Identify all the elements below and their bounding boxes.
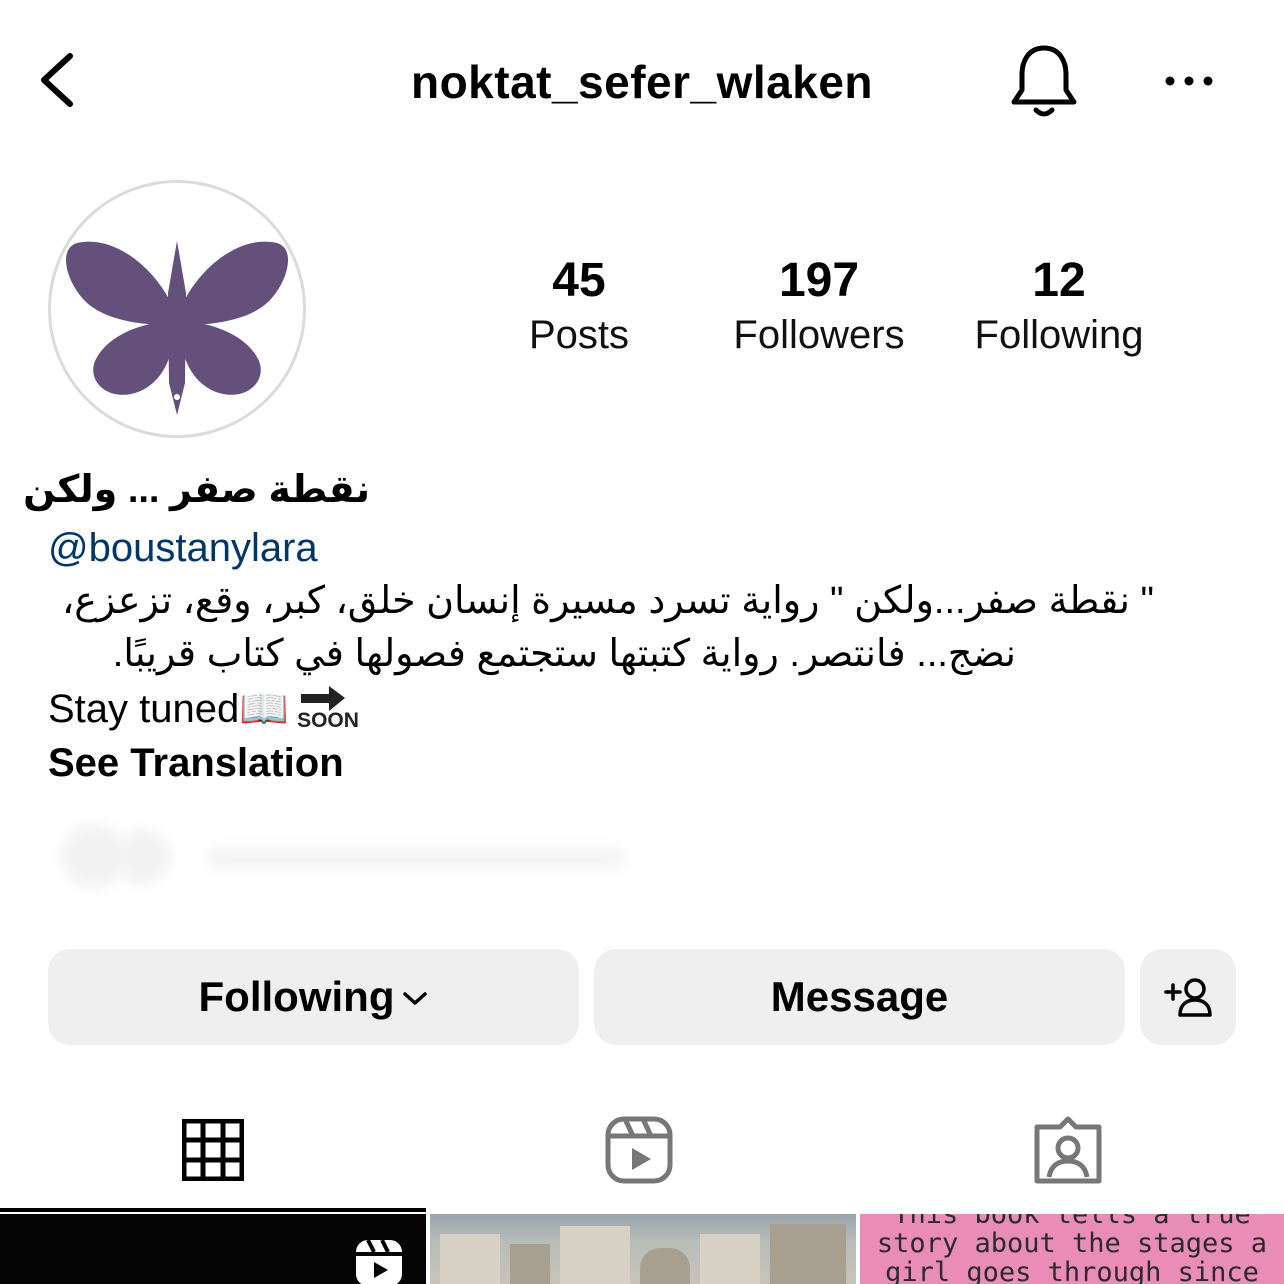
grid-icon: [182, 1119, 244, 1181]
message-button-label: Message: [770, 973, 949, 1020]
butterfly-pen-icon: [65, 241, 289, 415]
bio-line-3: Stay tuned📖 SOON: [48, 683, 1208, 736]
more-options-button[interactable]: [1156, 56, 1226, 106]
profile-display-name: نقطة صفر ... ولكن: [23, 469, 370, 511]
linked-handle[interactable]: @boustanylara: [48, 522, 1208, 574]
profile-username-title: noktat_sefer_wlaken: [410, 56, 874, 108]
bio-line-1: " نقطة صفر...ولكن " رواية تسرد مسيرة إنس…: [61, 580, 1154, 622]
stat-followers-label: Followers: [733, 313, 905, 357]
soon-arrow-icon: SOON: [295, 686, 359, 736]
notifications-button[interactable]: [1006, 40, 1082, 120]
more-horizontal-icon: [1165, 76, 1213, 86]
bio-line-2: نضج... فانتصر. رواية كتبتها ستجتمع فصوله…: [112, 633, 1016, 675]
reels-icon: [605, 1116, 673, 1184]
tab-tagged[interactable]: [998, 1100, 1138, 1200]
back-button[interactable]: [30, 44, 90, 116]
profile-avatar[interactable]: [48, 180, 306, 438]
stat-following-count: 12: [1032, 254, 1086, 307]
tab-reels[interactable]: [569, 1100, 709, 1200]
stat-followers-count: 197: [778, 254, 860, 307]
stat-following-label: Following: [974, 313, 1144, 357]
message-button[interactable]: Message: [594, 949, 1125, 1045]
chevron-left-icon: [41, 53, 73, 107]
see-translation-link[interactable]: See Translation: [48, 737, 1208, 789]
bell-icon: [1011, 45, 1077, 117]
reels-icon: [356, 1239, 402, 1284]
stat-posts[interactable]: 45 Posts: [459, 252, 699, 360]
add-person-icon: [1164, 978, 1212, 1017]
stat-posts-label: Posts: [528, 313, 630, 357]
post-thumbnail-2[interactable]: [430, 1214, 856, 1284]
faint-blurred-row: [56, 818, 696, 898]
tagged-icon: [1034, 1116, 1102, 1184]
active-tab-indicator: [0, 1208, 426, 1212]
post-thumbnail-3-text: This book tells a true story about the s…: [876, 1214, 1268, 1284]
post-thumbnail-3[interactable]: This book tells a true story about the s…: [860, 1214, 1284, 1284]
add-person-button[interactable]: [1140, 949, 1236, 1045]
soon-label: SOON: [297, 709, 359, 733]
bio-line-3-text: Stay tuned📖: [48, 687, 290, 731]
chevron-down-icon: [403, 992, 428, 1005]
tab-grid[interactable]: [143, 1100, 283, 1200]
stat-posts-count: 45: [552, 254, 606, 307]
stat-following[interactable]: 12 Following: [939, 252, 1179, 360]
post-thumbnail-1[interactable]: [0, 1214, 426, 1284]
following-button[interactable]: Following: [48, 949, 579, 1045]
following-button-label: Following: [198, 973, 395, 1020]
stat-followers[interactable]: 197 Followers: [699, 252, 939, 360]
